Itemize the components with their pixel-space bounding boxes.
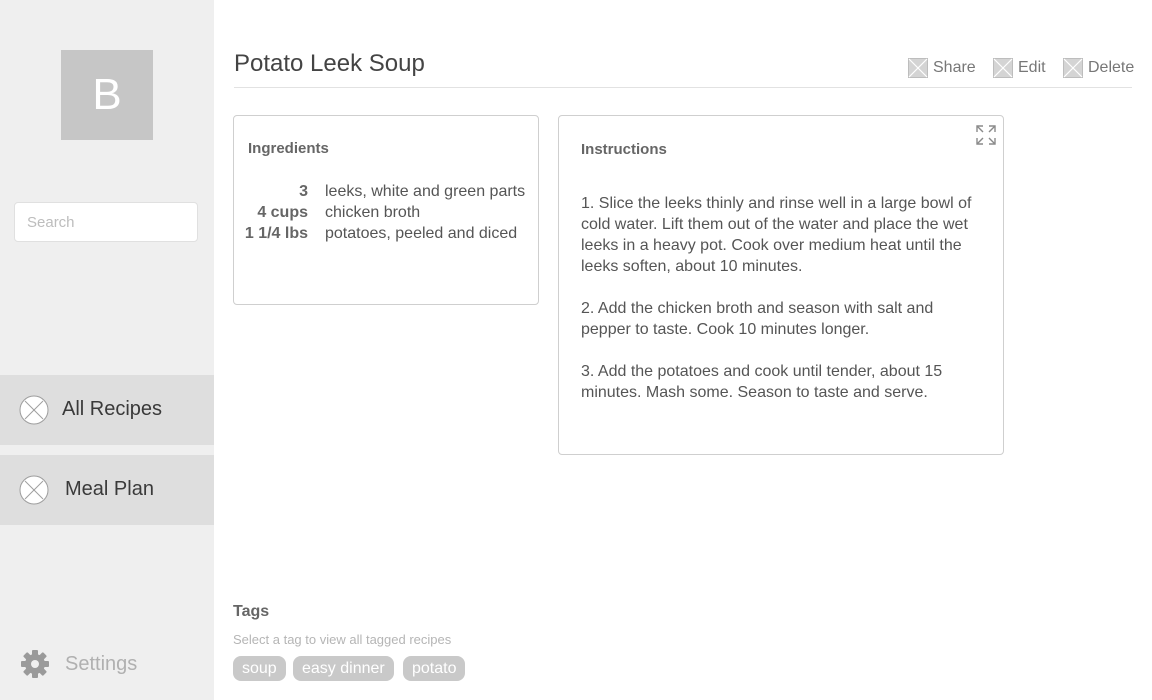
- title-divider: [234, 87, 1132, 88]
- settings-label: Settings: [65, 653, 138, 675]
- ingredients-heading: Ingredients: [248, 140, 329, 157]
- tag-soup[interactable]: soup: [233, 656, 286, 681]
- placeholder-circle-icon: [19, 395, 49, 425]
- instructions-heading: Instructions: [581, 141, 667, 158]
- ingredient-quantity: 1 1/4 lbs: [244, 225, 308, 242]
- edit-icon: [993, 58, 1013, 78]
- share-button[interactable]: Share: [908, 58, 976, 78]
- page-title: Potato Leek Soup: [234, 50, 425, 77]
- share-icon: [908, 58, 928, 78]
- instruction-step: 2. Add the chicken broth and season with…: [581, 300, 934, 338]
- tag-easy-dinner[interactable]: easy dinner: [293, 656, 394, 681]
- avatar-letter: B: [92, 70, 122, 119]
- tags-hint: Select a tag to view all tagged recipes: [233, 632, 452, 647]
- ingredient-row: 3 leeks, white and green parts: [234, 183, 534, 204]
- ingredient-row: 4 cups chicken broth: [234, 204, 534, 225]
- sidebar-item-all-recipes[interactable]: All Recipes: [0, 375, 214, 445]
- search-input[interactable]: [14, 202, 198, 242]
- ingredients-card: Ingredients 3 leeks, white and green par…: [233, 115, 539, 305]
- ingredient-quantity: 4 cups: [257, 204, 308, 221]
- sidebar: B All Recipes Meal Plan: [0, 0, 214, 700]
- tags-heading: Tags: [233, 603, 270, 620]
- sidebar-item-settings[interactable]: Settings: [0, 640, 214, 690]
- delete-button[interactable]: Delete: [1063, 58, 1134, 78]
- delete-icon: [1063, 58, 1083, 78]
- avatar[interactable]: B: [61, 50, 153, 140]
- share-label: Share: [933, 59, 976, 76]
- tag-potato[interactable]: potato: [403, 656, 466, 681]
- sidebar-item-label: Meal Plan: [65, 478, 154, 500]
- ingredient-row: 1 1/4 lbs potatoes, peeled and diced: [234, 225, 534, 246]
- sidebar-item-meal-plan[interactable]: Meal Plan: [0, 455, 214, 525]
- ingredient-quantity: 3: [299, 183, 308, 200]
- instruction-step: 1. Slice the leeks thinly and rinse well…: [581, 195, 972, 275]
- ingredient-name: chicken broth: [325, 204, 421, 221]
- edit-button[interactable]: Edit: [993, 58, 1046, 78]
- sidebar-item-label: All Recipes: [62, 398, 163, 420]
- ingredient-name: leeks, white and green parts: [325, 183, 526, 200]
- placeholder-circle-icon: [19, 475, 49, 505]
- instruction-step: 3. Add the potatoes and cook until tende…: [581, 363, 943, 401]
- delete-label: Delete: [1088, 59, 1135, 76]
- instructions-card: Instructions 1. Slice the leeks thinly a…: [558, 115, 1004, 455]
- edit-label: Edit: [1018, 59, 1046, 76]
- ingredient-name: potatoes, peeled and diced: [325, 225, 518, 242]
- expand-icon[interactable]: [975, 124, 997, 146]
- gear-icon: [21, 650, 49, 678]
